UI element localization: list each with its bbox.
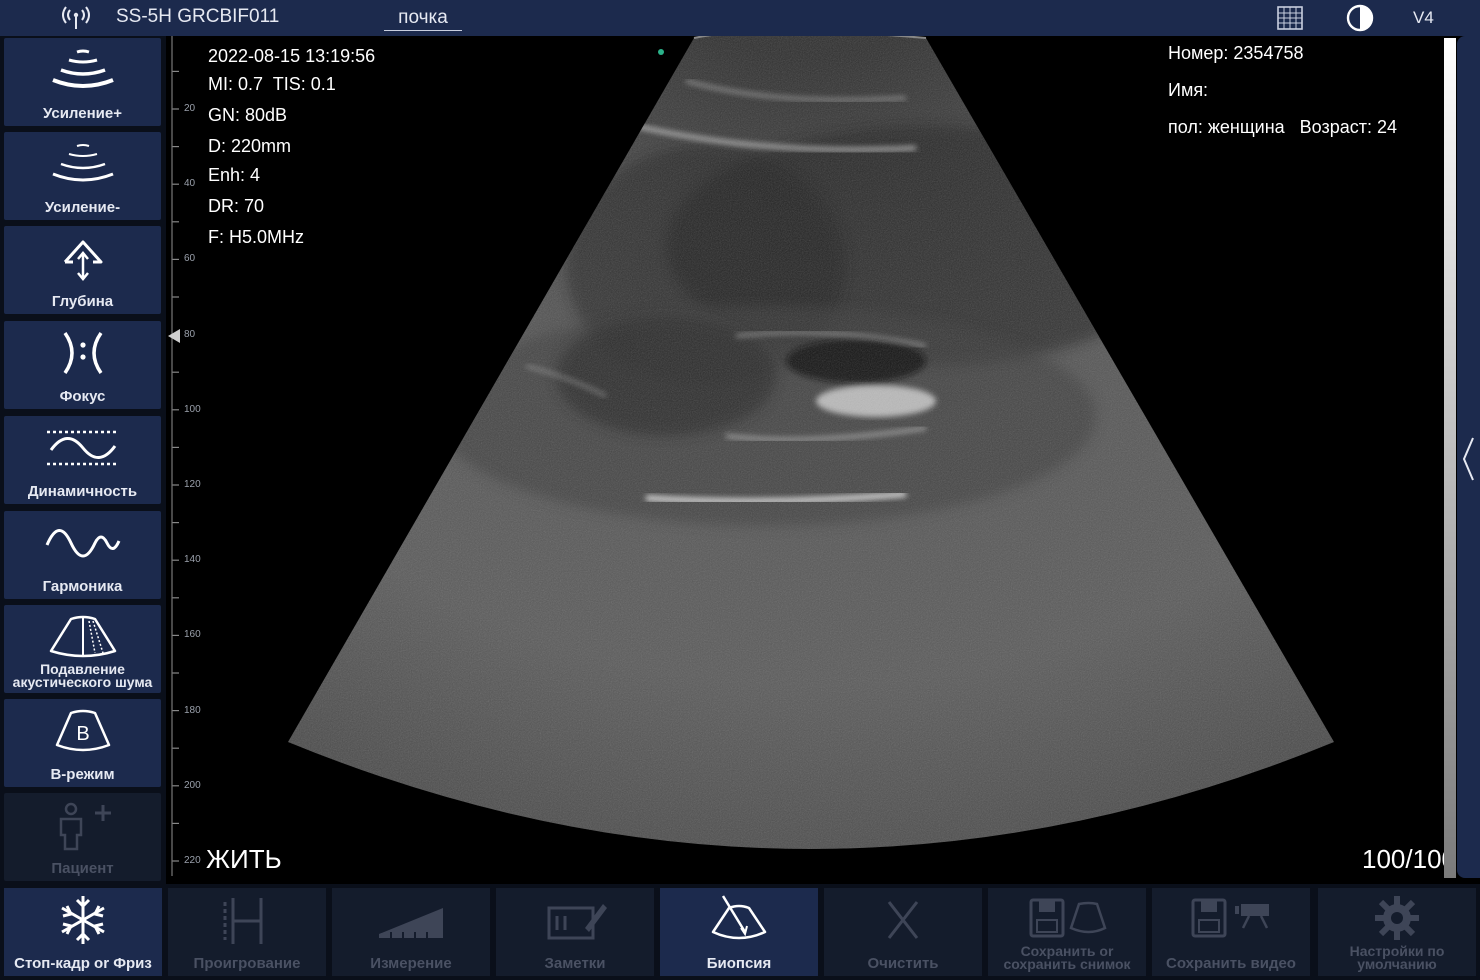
patient-sex-age-text: пол: женщина Возраст: 24 bbox=[1168, 117, 1398, 137]
notes-button[interactable]: Заметки bbox=[496, 888, 654, 976]
tool-label: Очистить bbox=[867, 955, 939, 972]
focus-icon bbox=[63, 331, 103, 375]
contrast-icon[interactable] bbox=[1346, 4, 1374, 32]
noise-reduction-icon bbox=[49, 615, 117, 658]
depth-label: 220 bbox=[184, 855, 201, 866]
chevron-left-icon bbox=[1462, 437, 1474, 481]
depth-label: 160 bbox=[184, 629, 201, 641]
measure-button[interactable]: Измерение bbox=[332, 888, 490, 976]
cine-play-button[interactable]: Проигрование bbox=[168, 888, 326, 976]
svg-text:B: B bbox=[76, 723, 89, 745]
top-bar: SS-5H GRCBIF011 почка V4 bbox=[0, 0, 1480, 36]
tool-label: Гармоника bbox=[42, 578, 123, 595]
depth-label: 200 bbox=[184, 779, 201, 791]
clear-icon bbox=[887, 901, 919, 939]
tool-label: Биопсия bbox=[706, 955, 772, 972]
depth-label: 40 bbox=[184, 178, 196, 190]
frequency-text: F: H5.0MHz bbox=[208, 227, 305, 247]
depth-icon bbox=[63, 240, 103, 281]
tool-label: Заметки bbox=[544, 955, 606, 972]
mi-tis-text: MI: 0.7 TIS: 0.1 bbox=[208, 74, 336, 94]
clear-button[interactable]: Очистить bbox=[824, 888, 982, 976]
depth-ticks bbox=[172, 70, 179, 862]
datetime-text: 2022-08-15 13:19:56 bbox=[208, 46, 376, 66]
dynamic-range-button[interactable]: Динамичность bbox=[4, 416, 161, 504]
preset-selector[interactable]: почка bbox=[384, 7, 462, 31]
dynamic-range-icon bbox=[47, 430, 119, 466]
ultrasound-image-area[interactable]: 20 40 60 80 100 120 140 160 180 200 220 2022-08-15… bbox=[166, 36, 1456, 884]
focus-button[interactable]: Фокус bbox=[4, 321, 161, 409]
gear-icon bbox=[1375, 896, 1419, 940]
notes-icon bbox=[547, 904, 607, 940]
save-video-button[interactable]: Сохранить видео bbox=[1152, 888, 1310, 976]
save-image-button[interactable]: Сохранить or сохранить снимок bbox=[988, 888, 1146, 976]
grayscale-bar bbox=[1444, 38, 1456, 878]
depth-label: 180 bbox=[184, 704, 201, 716]
depth-label: 20 bbox=[184, 103, 196, 114]
tool-label: Сохранить видео bbox=[1166, 955, 1296, 972]
gain-text: GN: 80dB bbox=[208, 105, 288, 125]
side-panel-tab[interactable] bbox=[1457, 36, 1480, 878]
ultrasound-sector-image bbox=[168, 36, 1334, 876]
frame-counter: 100/100 bbox=[1362, 844, 1456, 874]
tool-label: Глубина bbox=[51, 293, 114, 310]
gain-up-icon bbox=[52, 49, 114, 88]
live-status: ЖИТЬ bbox=[206, 844, 282, 874]
default-settings-button[interactable]: Настройки по умолчанию bbox=[1318, 888, 1476, 976]
biopsy-button[interactable]: Биопсия bbox=[660, 888, 818, 976]
harmonic-icon bbox=[45, 529, 121, 558]
b-mode-button[interactable]: B B-режим bbox=[4, 699, 161, 787]
save-video-icon bbox=[1191, 898, 1269, 938]
tool-label: Подавление акустического шума bbox=[12, 661, 153, 690]
gain-up-button[interactable]: Усиление+ bbox=[4, 38, 161, 126]
tool-label: Усиление+ bbox=[42, 105, 122, 122]
gain-down-icon bbox=[52, 144, 114, 182]
depth-label: 120 bbox=[184, 479, 201, 490]
orientation-marker bbox=[658, 49, 664, 55]
gain-down-button[interactable]: Усиление- bbox=[4, 132, 161, 220]
patient-name-text: Имя: bbox=[1168, 80, 1209, 100]
wireless-probe-icon[interactable] bbox=[60, 4, 92, 32]
device-name: SS-5H GRCBIF011 bbox=[116, 6, 280, 27]
tool-label: Усиление- bbox=[44, 199, 121, 216]
tool-label: Проигрование bbox=[193, 955, 301, 972]
freeze-button[interactable]: Стоп-кадр or Фриз bbox=[4, 888, 162, 976]
b-mode-icon: B bbox=[55, 709, 111, 752]
depth-label: 60 bbox=[184, 253, 196, 265]
save-image-icon bbox=[1029, 898, 1107, 938]
depth-label: 100 bbox=[184, 403, 201, 415]
bottom-toolbar: Стоп-кадр or Фриз Проигрование Измерение bbox=[0, 884, 1480, 980]
patient-icon bbox=[59, 802, 111, 851]
patient-button[interactable]: Пациент bbox=[4, 793, 161, 881]
tool-label: Пациент bbox=[51, 860, 114, 877]
measure-icon bbox=[379, 908, 443, 938]
tool-label: Настройки по умолчанию bbox=[1349, 943, 1445, 972]
freeze-icon bbox=[61, 896, 105, 944]
enhancement-text: Enh: 4 bbox=[208, 165, 261, 185]
depth-button[interactable]: Глубина bbox=[4, 226, 161, 314]
biopsy-icon bbox=[711, 895, 767, 940]
depth-label: 140 bbox=[184, 554, 201, 566]
left-toolbar: Усиление+ Усиление- Глубина Фокус Динами… bbox=[0, 36, 166, 884]
tool-label: Фокус bbox=[59, 388, 106, 405]
grid-icon[interactable] bbox=[1276, 5, 1304, 31]
noise-reduction-button[interactable]: Подавление акустического шума bbox=[4, 605, 161, 693]
cine-play-icon bbox=[223, 898, 263, 944]
focus-marker[interactable] bbox=[168, 329, 180, 343]
depth-text: D: 220mm bbox=[208, 136, 292, 156]
tool-label: Динамичность bbox=[27, 483, 138, 500]
harmonic-button[interactable]: Гармоника bbox=[4, 511, 161, 599]
patient-number-text: Номер: 2354758 bbox=[1168, 43, 1304, 63]
tool-label: Сохранить or сохранить снимок bbox=[1003, 943, 1131, 972]
tool-label: Измерение bbox=[370, 955, 452, 972]
depth-label: 80 bbox=[184, 328, 196, 340]
dynamic-range-text: DR: 70 bbox=[208, 196, 265, 216]
tool-label: Стоп-кадр or Фриз bbox=[14, 955, 152, 972]
version-label: V4 bbox=[1413, 8, 1434, 27]
tool-label: B-режим bbox=[50, 766, 115, 783]
